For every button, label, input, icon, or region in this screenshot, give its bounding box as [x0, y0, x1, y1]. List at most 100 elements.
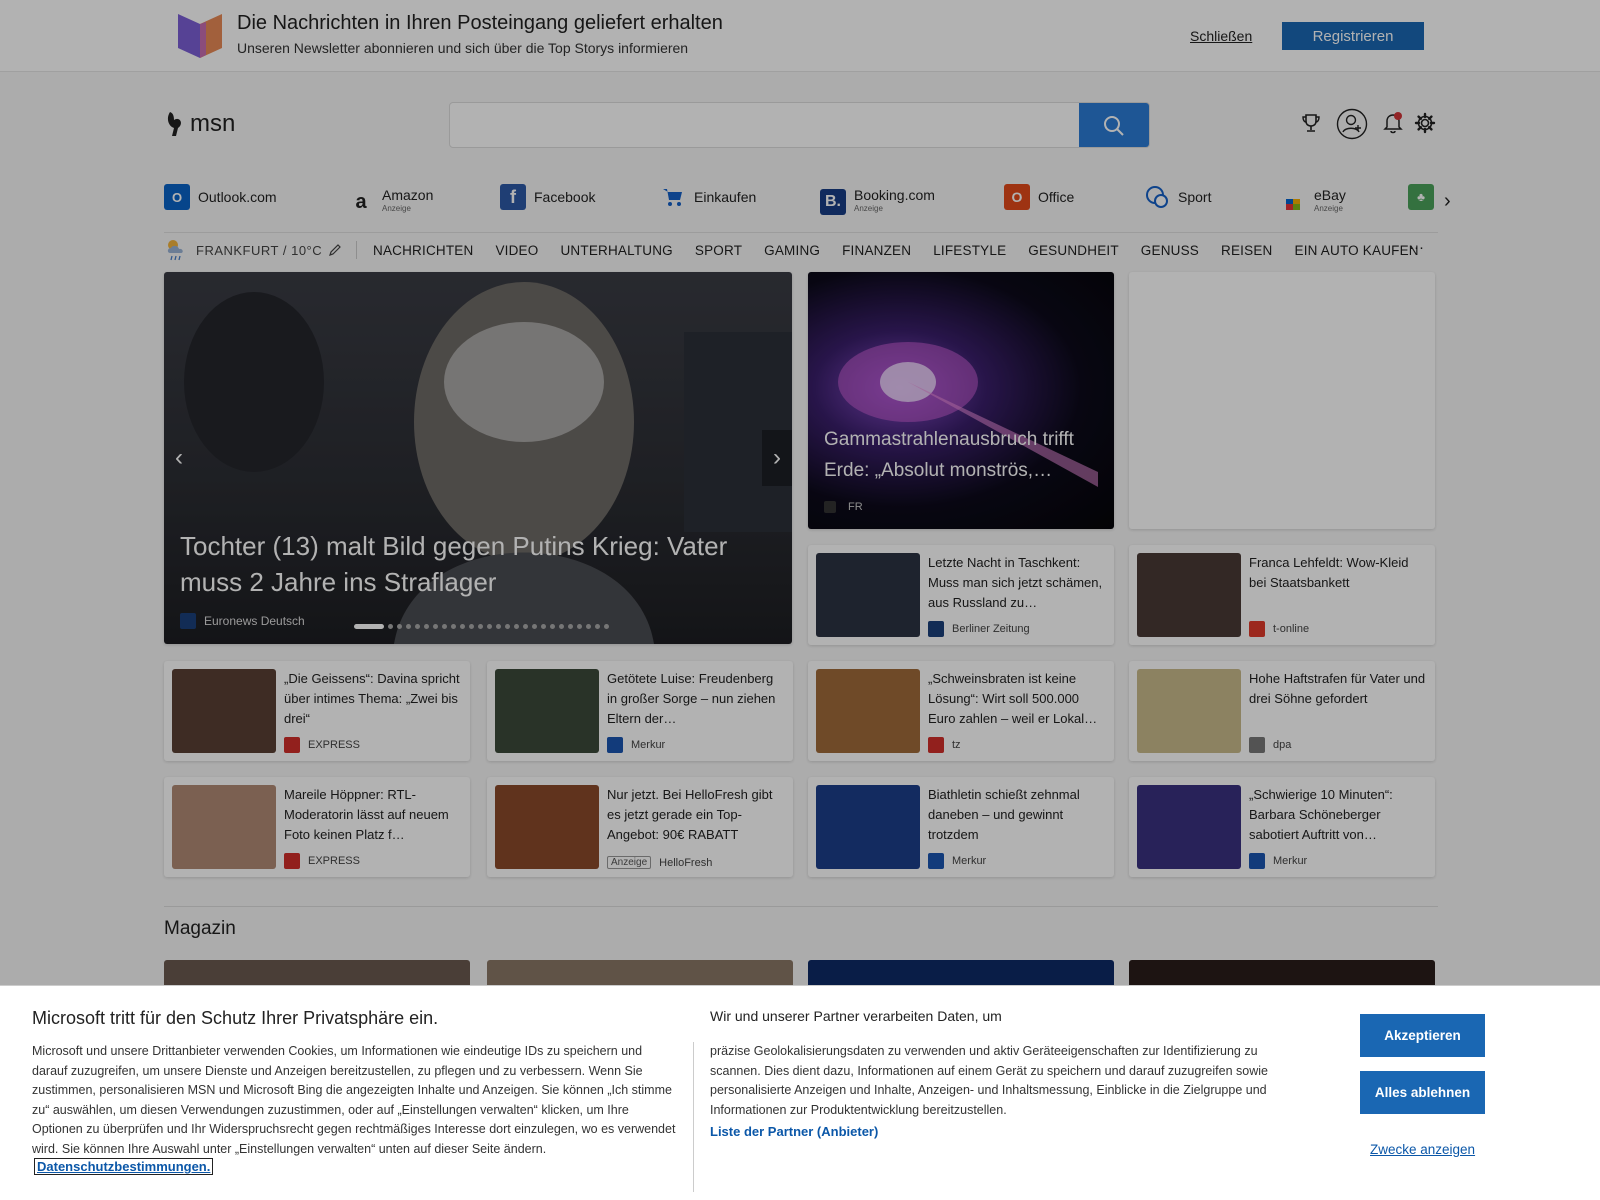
carousel-dot[interactable] — [415, 624, 420, 629]
news-card[interactable]: Franca Lehfeldt: Wow-Kleid bei Staatsban… — [1129, 545, 1435, 645]
carousel-dot[interactable] — [595, 624, 600, 629]
quicklink-amazon[interactable]: a Amazon Anzeige — [348, 188, 433, 216]
nav-item[interactable]: REISEN — [1221, 243, 1272, 258]
accept-button[interactable]: Akzeptieren — [1360, 1014, 1485, 1057]
search-button[interactable] — [1079, 103, 1149, 147]
carousel-dot[interactable] — [433, 624, 438, 629]
nav-item[interactable]: UNTERHALTUNG — [560, 243, 672, 258]
quicklink-sport[interactable]: Sport — [1144, 184, 1211, 210]
nav-item[interactable]: VIDEO — [495, 243, 538, 258]
search-input[interactable] — [450, 103, 1080, 147]
nav-item[interactable]: SPORT — [695, 243, 742, 258]
quicklink-facebook[interactable]: f Facebook — [500, 184, 595, 210]
nav-more-button[interactable]: ··· — [1409, 239, 1424, 256]
carousel-dot[interactable] — [523, 624, 528, 629]
carousel-dot[interactable] — [532, 624, 537, 629]
news-source: Merkur — [1249, 853, 1307, 869]
carousel-dot[interactable] — [604, 624, 609, 629]
news-card[interactable]: „Schweinsbraten ist keine Lösung“: Wirt … — [808, 661, 1114, 761]
newsletter-register-button[interactable]: Registrieren — [1282, 22, 1424, 50]
quicklink-games-icon[interactable]: ♣ — [1408, 184, 1434, 210]
carousel-dot[interactable] — [487, 624, 492, 629]
nav-item[interactable]: GENUSS — [1141, 243, 1199, 258]
nav-item[interactable]: FINANZEN — [842, 243, 911, 258]
nav-item[interactable]: NACHRICHTEN — [373, 243, 473, 258]
carousel-dot[interactable] — [460, 624, 465, 629]
ad-placeholder — [1129, 272, 1435, 529]
reject-all-button[interactable]: Alles ablehnen — [1360, 1071, 1485, 1114]
news-thumbnail — [816, 553, 920, 637]
sport-ball-icon — [1144, 184, 1170, 210]
news-card[interactable]: Letzte Nacht in Taschkent: Muss man sich… — [808, 545, 1114, 645]
nav-item[interactable]: GESUNDHEIT — [1028, 243, 1119, 258]
settings-button[interactable] — [1414, 112, 1436, 134]
news-card[interactable]: Biathletin schießt zehnmal daneben – und… — [808, 777, 1114, 877]
carousel-dot[interactable] — [496, 624, 501, 629]
carousel-dot[interactable] — [424, 624, 429, 629]
hero-next-arrow[interactable]: › — [762, 430, 792, 486]
carousel-dot[interactable] — [505, 624, 510, 629]
facebook-icon: f — [500, 184, 526, 210]
privacy-policy-link[interactable]: Datenschutzbestimmungen. — [34, 1158, 214, 1175]
news-card[interactable]: Getötete Luise: Freudenberg in großer So… — [487, 661, 793, 761]
fr-logo-icon — [824, 501, 836, 513]
nav-items: NACHRICHTEN VIDEO UNTERHALTUNG SPORT GAMING F… — [373, 243, 1419, 258]
carousel-dot[interactable] — [577, 624, 582, 629]
news-card[interactable]: Hohe Haftstrafen für Vater und drei Söhn… — [1129, 661, 1435, 761]
quicklink-shopping[interactable]: Einkaufen — [660, 184, 756, 210]
account-button[interactable] — [1336, 108, 1368, 140]
hero-carousel[interactable]: ‹ › Tochter (13) malt Bild gegen Putins … — [164, 272, 792, 644]
rewards-button[interactable] — [1300, 112, 1322, 134]
newsletter-close-link[interactable]: Schließen — [1190, 28, 1252, 44]
source-logo-icon — [284, 737, 300, 753]
news-card[interactable]: Nur jetzt. Bei HelloFresh gibt es jetzt … — [487, 777, 793, 877]
carousel-dot[interactable] — [559, 624, 564, 629]
hero-prev-arrow[interactable]: ‹ — [164, 430, 194, 486]
gamma-story-card[interactable]: Gammastrahlenausbruch trifft Erde: „Abso… — [808, 272, 1114, 529]
source-logo-icon — [1249, 621, 1265, 637]
carousel-dot[interactable] — [469, 624, 474, 629]
weather-widget[interactable]: FRANKFURT / 10°C — [164, 237, 358, 263]
quicklink-ebay[interactable]: eBay Anzeige — [1280, 188, 1346, 216]
news-source: dpa — [1249, 737, 1291, 753]
carousel-dot[interactable] — [514, 624, 519, 629]
msn-logo[interactable]: msn — [164, 110, 235, 138]
magazin-heading: Magazin — [164, 918, 236, 939]
carousel-dot[interactable] — [451, 624, 456, 629]
carousel-dot[interactable] — [541, 624, 546, 629]
quicklink-office[interactable]: O Office — [1004, 184, 1074, 210]
hero-headline[interactable]: Tochter (13) malt Bild gegen Putins Krie… — [180, 528, 775, 600]
pencil-edit-icon[interactable] — [328, 243, 342, 257]
carousel-dot[interactable] — [568, 624, 573, 629]
nav-item[interactable]: EIN AUTO KAUFEN — [1294, 243, 1418, 258]
carousel-dot[interactable] — [550, 624, 555, 629]
show-purposes-link[interactable]: Zwecke anzeigen — [1370, 1142, 1475, 1157]
nav-item[interactable]: LIFESTYLE — [933, 243, 1006, 258]
news-card[interactable]: Mareile Höppner: RTL-Moderatorin lässt a… — [164, 777, 470, 877]
gamma-image — [838, 342, 1098, 487]
news-headline: Franca Lehfeldt: Wow-Kleid bei Staatsban… — [1249, 555, 1409, 590]
carousel-dot[interactable] — [406, 624, 411, 629]
partners-list-link[interactable]: Liste der Partner (Anbieter) — [710, 1124, 878, 1139]
news-thumbnail — [1137, 553, 1241, 637]
office-icon: O — [1004, 184, 1030, 210]
msn-butterfly-icon — [167, 112, 181, 136]
quicklink-booking[interactable]: B. Booking.com Anzeige — [820, 188, 935, 216]
news-card[interactable]: „Die Geissens“: Davina spricht über inti… — [164, 661, 470, 761]
carousel-dot[interactable] — [388, 624, 393, 629]
quicklinks-next-arrow[interactable]: › — [1444, 190, 1451, 213]
carousel-dot[interactable] — [354, 624, 384, 629]
weather-location: FRANKFURT / 10°C — [196, 242, 323, 258]
carousel-dot[interactable] — [586, 624, 591, 629]
news-headline: Hohe Haftstrafen für Vater und drei Söhn… — [1249, 671, 1426, 706]
news-source: Merkur — [607, 737, 665, 753]
quicklink-label: Facebook — [534, 189, 596, 205]
notifications-button[interactable] — [1383, 112, 1403, 134]
news-card[interactable]: „Schwierige 10 Minuten“: Barbara Schöneb… — [1129, 777, 1435, 877]
carousel-dot[interactable] — [478, 624, 483, 629]
nav-item[interactable]: GAMING — [764, 243, 820, 258]
quicklink-outlook[interactable]: O Outlook.com — [164, 184, 277, 210]
user-icon — [1336, 108, 1368, 140]
carousel-dot[interactable] — [442, 624, 447, 629]
carousel-dot[interactable] — [397, 624, 402, 629]
